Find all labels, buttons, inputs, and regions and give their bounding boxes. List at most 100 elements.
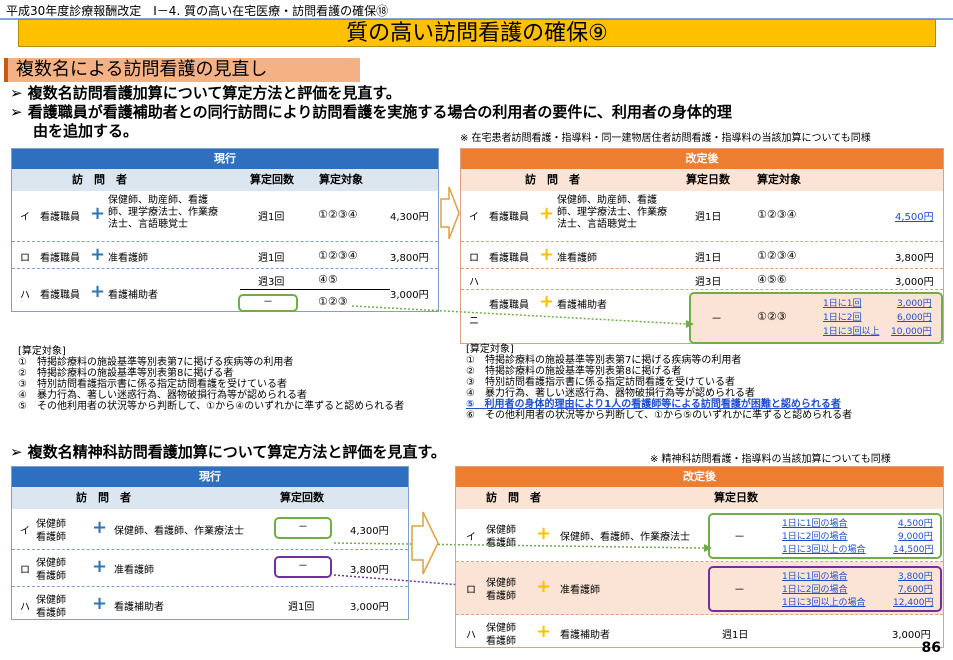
row-target: ①②③④ <box>318 208 358 221</box>
row-visitor-a2: 看護師 <box>486 636 516 647</box>
row-count: 週1日 <box>695 253 722 264</box>
row-count: － <box>274 556 332 578</box>
plus-icon: + <box>90 244 106 265</box>
row-visitor-b: 准看護師 <box>114 565 154 576</box>
list-item: ② 特掲診療料の施設基準等別表第8に掲げる者 <box>18 368 234 379</box>
tier-label: 1日に2回 <box>823 313 862 323</box>
row-visitor-b: 看護補助者 <box>114 602 164 613</box>
list-item: ③ 特別訪問看護指示書に係る指定訪問看護を受けている者 <box>466 377 735 388</box>
tier-label: 1日に1回 <box>823 299 862 309</box>
list-item: ① 特掲診療料の施設基準等別表第7に掲げる疾病等の利用者 <box>466 355 742 366</box>
list-item: ① 特掲診療料の施設基準等別表第7に掲げる疾病等の利用者 <box>18 357 294 368</box>
page-title: 質の高い訪問看護の確保⑨ <box>18 19 936 47</box>
row-count: 週1回 <box>288 602 315 613</box>
col-count: 算定回数 <box>280 491 324 504</box>
row-price: 4,300円 <box>390 212 429 223</box>
row-visitor-b: 看護補助者 <box>108 290 158 301</box>
row-mark: ロ <box>469 253 479 264</box>
tier-label: 1日に3回以上 <box>823 327 880 337</box>
row-target: ④⑤⑥ <box>757 273 787 286</box>
row-visitor-b: 保健師、看護師、作業療法士 <box>560 532 690 543</box>
table-row: イ 看護職員 + 保健師、助産師、看護師、理学療法士、作業療法士、言語聴覚士 週… <box>461 191 943 242</box>
col-count: 算定日数 <box>714 491 758 504</box>
row-mark: ハ <box>469 277 479 288</box>
list-item: ⑥ その他利用者の状況等から判断して、①から⑤のいずれかに準ずると認められる者 <box>466 410 853 421</box>
row-price: 3,000円 <box>895 277 934 288</box>
row-target: ④⑤ <box>318 273 338 286</box>
row-count2: － <box>238 294 298 312</box>
tier-label: 1日に3回以上の場合 <box>782 545 866 555</box>
tier-box: 1日に1回の場合 3,800円 1日に2回の場合 7,600円 1日に3回以上の… <box>708 566 942 612</box>
row-visitor-b: 看護補助者 <box>560 630 610 641</box>
arrow-right-icon <box>440 186 460 240</box>
tier-label: 1日に3回以上の場合 <box>782 598 866 608</box>
note-2: ※ 精神科訪問看護・指導料の当該加算についても同様 <box>650 454 891 465</box>
plus-icon: + <box>536 523 552 544</box>
row-mark: ハ <box>466 630 476 641</box>
row-visitor-a2: 看護師 <box>36 571 66 582</box>
row-price: 3,000円 <box>892 630 931 641</box>
row-mark: イ <box>20 526 30 537</box>
tier-label: 1日に2回の場合 <box>782 532 848 542</box>
table-row: ロ 看護職員 + 准看護師 週1回 ①②③④ 3,800円 <box>12 242 438 269</box>
row-mark: ハ <box>20 602 30 613</box>
row-visitor-b: 看護補助者 <box>557 300 607 311</box>
row-visitor-b: 准看護師 <box>560 585 600 596</box>
plus-icon: + <box>539 244 555 265</box>
row-visitor-b: 保健師、助産師、看護師、理学療法士、作業療法士、言語聴覚士 <box>557 195 667 230</box>
tier-label: 1日に1回の場合 <box>782 519 848 529</box>
row-price: 3,000円 <box>350 602 389 613</box>
row-visitor-a: 看護職員 <box>40 253 80 264</box>
row-visitor-a: 看護職員 <box>489 253 529 264</box>
row-count: － <box>274 517 332 539</box>
plus-icon: + <box>92 556 108 577</box>
table2-old-header: 現行 <box>12 467 408 487</box>
list-item: ④ 暴力行為、著しい迷惑行為、器物破損行為等が認められる者 <box>18 390 307 401</box>
arrow-right-icon <box>411 511 439 575</box>
row-visitor-a2: 看護師 <box>486 591 516 602</box>
table1-old: 現行 訪 問 者 算定回数 算定対象 イ 看護職員 + 保健師、助産師、看護師、… <box>11 148 439 312</box>
col-count: 算定日数 <box>686 173 730 186</box>
row-visitor-a: 看護職員 <box>40 290 80 301</box>
row-mark: イ <box>466 532 476 543</box>
col-visitor: 訪 問 者 <box>72 173 127 186</box>
row-target: ①②③④ <box>757 249 797 262</box>
plus-icon: + <box>539 291 555 312</box>
row-price: 3,800円 <box>895 253 934 264</box>
row-visitor-a2: 看護師 <box>36 532 66 543</box>
row-count: 週1日 <box>722 630 749 641</box>
bullet-2-cont: 由を追加する。 <box>33 122 139 140</box>
table-row: ハ 保健師 看護師 + 看護補助者 週1回 3,000円 <box>12 587 408 621</box>
row-mark: ロ <box>20 565 30 576</box>
plus-icon: + <box>92 593 108 614</box>
row-visitor-b: 准看護師 <box>108 253 148 264</box>
table1-old-header: 現行 <box>12 149 438 169</box>
row-visitor-a: 看護職員 <box>489 212 529 223</box>
col-visitor: 訪 問 者 <box>76 491 131 504</box>
tier-price: 3,800円 <box>898 572 933 582</box>
table2-old: 現行 訪 問 者 算定回数 イ 保健師 看護師 + 保健師、看護師、作業療法士 … <box>11 466 409 620</box>
tier-price: 9,000円 <box>898 532 933 542</box>
tier-price: 7,600円 <box>898 585 933 595</box>
row-count: － <box>711 312 722 325</box>
row-mark: ロ <box>20 253 30 264</box>
table-row: ロ 保健師 看護師 + 准看護師 － 3,800円 <box>12 550 408 587</box>
criteria-old: [算定対象] ① 特掲診療料の施設基準等別表第7に掲げる疾病等の利用者 ② 特掲… <box>18 346 404 412</box>
row-count: 週1回 <box>258 253 285 264</box>
col-target: 算定対象 <box>319 173 363 186</box>
bullet-1-text: 複数名訪問看護加算について算定方法と評価を見直す。 <box>27 84 401 102</box>
criteria-new: [算定対象] ① 特掲診療料の施設基準等別表第7に掲げる疾病等の利用者 ② 特掲… <box>466 344 852 421</box>
row-price: 3,800円 <box>390 253 429 264</box>
tier-label: 1日に2回の場合 <box>782 585 848 595</box>
plus-icon: + <box>536 576 552 597</box>
table2-new-subheader: 訪 問 者 算定日数 <box>456 487 943 509</box>
row-price: 4,300円 <box>350 526 389 537</box>
plus-icon: + <box>92 517 108 538</box>
section-heading: 複数名による訪問看護の見直し <box>4 58 360 82</box>
row-visitor-b: 准看護師 <box>557 253 597 264</box>
row-visitor-a2: 看護師 <box>36 608 66 619</box>
criteria-title: [算定対象] <box>466 344 514 355</box>
row-price: 4,500円 <box>895 212 934 223</box>
col-visitor: 訪 問 者 <box>486 491 541 504</box>
table2-new-header: 改定後 <box>456 467 943 487</box>
